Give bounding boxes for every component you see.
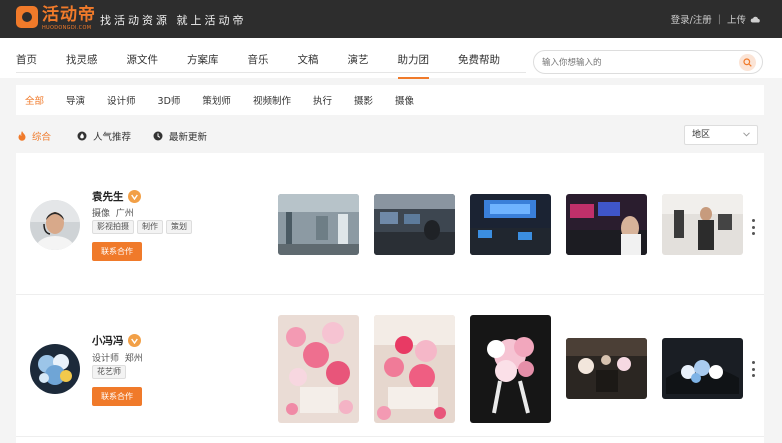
- category-video-production[interactable]: 视频制作: [253, 93, 291, 107]
- category-designer[interactable]: 设计师: [107, 93, 136, 107]
- creator-role: 设计师: [92, 354, 120, 364]
- portfolio-image[interactable]: [278, 194, 359, 255]
- nav-item-performance[interactable]: 演艺: [348, 38, 369, 76]
- tag: 策划: [166, 220, 192, 234]
- category-3d-artist[interactable]: 3D师: [158, 93, 181, 107]
- nav-item-free-help[interactable]: 免费帮助: [458, 38, 500, 76]
- search-button[interactable]: [739, 54, 756, 71]
- nav-item-home[interactable]: 首页: [16, 38, 37, 76]
- creator-tags: 影视拍摄 制作 策划: [92, 220, 195, 234]
- category-all[interactable]: 全部: [25, 93, 44, 107]
- creator-city: 广州: [115, 209, 134, 219]
- category-planner[interactable]: 策划师: [202, 93, 231, 107]
- creator-tags: 花艺师: [92, 365, 129, 379]
- creator-name[interactable]: 小冯冯: [92, 333, 124, 348]
- verified-badge-icon: [127, 334, 141, 347]
- creator-list: 袁先生 摄像 广州 影视拍摄 制作 策划 联系合作 小冯冯 设计师 郑州 花艺师…: [16, 153, 764, 443]
- nav-item-music[interactable]: 音乐: [248, 38, 269, 76]
- creator-name[interactable]: 袁先生: [92, 189, 124, 204]
- portfolio-image[interactable]: [470, 194, 551, 255]
- creator-name-row: 袁先生: [92, 189, 141, 204]
- site-slogan: 找活动资源 就上活动帝: [100, 14, 247, 27]
- logo-mark-icon: [16, 6, 38, 28]
- sort-bar: 综合 人气推荐 最新更新 地区: [16, 124, 764, 146]
- divider: |: [717, 13, 721, 25]
- avatar[interactable]: [30, 344, 80, 394]
- main-nav: 首页 找灵感 源文件 方案库 音乐 文稿 演艺 助力团 免费帮助: [16, 38, 529, 79]
- nav-item-proposals[interactable]: 方案库: [187, 38, 219, 76]
- portfolio-image[interactable]: [662, 338, 743, 399]
- category-execution[interactable]: 执行: [313, 93, 332, 107]
- creator-role: 摄像: [92, 209, 111, 219]
- logo-title: 活动帝: [42, 5, 96, 25]
- portfolio-image[interactable]: [374, 194, 455, 255]
- portfolio-image[interactable]: [566, 338, 647, 399]
- main-nav-bar: 首页 找灵感 源文件 方案库 音乐 文稿 演艺 助力团 免费帮助: [0, 38, 782, 79]
- creator-meta: 摄像 广州: [92, 206, 134, 219]
- upload-link[interactable]: 上传: [727, 12, 746, 26]
- search-icon: [743, 58, 752, 67]
- clock-icon: [153, 131, 163, 141]
- search-box: [533, 50, 763, 74]
- portfolio-image[interactable]: [662, 194, 743, 255]
- cloud-upload-icon[interactable]: [750, 16, 760, 23]
- popular-icon: [77, 131, 87, 141]
- more-options-icon[interactable]: [750, 219, 756, 235]
- creator-card: 小冯冯 设计师 郑州 花艺师 联系合作: [16, 295, 764, 437]
- tag: 制作: [137, 220, 163, 234]
- login-register-link[interactable]: 登录/注册: [671, 12, 712, 26]
- top-bar: 活动帝 HUODONGDI.COM 找活动资源 就上活动帝 登录/注册 | 上传: [0, 0, 782, 38]
- sort-comprehensive[interactable]: 综合: [18, 129, 51, 143]
- creator-city: 郑州: [124, 354, 143, 364]
- verified-badge-icon: [127, 190, 141, 203]
- tag: 花艺师: [92, 365, 126, 379]
- nav-item-inspiration[interactable]: 找灵感: [66, 38, 98, 76]
- portfolio-image[interactable]: [470, 315, 551, 423]
- sort-popular[interactable]: 人气推荐: [77, 129, 131, 143]
- tag: 影视拍摄: [92, 220, 134, 234]
- contact-button[interactable]: 联系合作: [92, 387, 142, 406]
- sort-latest[interactable]: 最新更新: [153, 129, 207, 143]
- category-photography[interactable]: 摄影: [354, 93, 373, 107]
- search-input[interactable]: [542, 56, 732, 69]
- creator-meta: 设计师 郑州: [92, 351, 143, 364]
- nav-item-documents[interactable]: 文稿: [298, 38, 319, 76]
- region-select[interactable]: 地区: [684, 125, 758, 145]
- creator-card: 袁先生 摄像 广州 影视拍摄 制作 策划 联系合作: [16, 153, 764, 295]
- logo-subtitle: HUODONGDI.COM: [42, 25, 92, 31]
- category-director[interactable]: 导演: [66, 93, 85, 107]
- region-select-value: 地区: [692, 130, 711, 140]
- sort-latest-label: 最新更新: [169, 132, 208, 143]
- sort-comprehensive-label: 综合: [32, 132, 52, 143]
- nav-item-source-files[interactable]: 源文件: [127, 38, 159, 76]
- portfolio-image[interactable]: [374, 315, 455, 423]
- avatar[interactable]: [30, 200, 80, 250]
- category-videography[interactable]: 摄像: [395, 93, 414, 107]
- chevron-down-icon: [743, 132, 750, 137]
- more-options-icon[interactable]: [750, 361, 756, 377]
- contact-button[interactable]: 联系合作: [92, 242, 142, 261]
- portfolio-image[interactable]: [566, 194, 647, 255]
- portfolio-image[interactable]: [278, 315, 359, 423]
- creator-name-row: 小冯冯: [92, 333, 141, 348]
- sort-popular-label: 人气推荐: [93, 132, 132, 143]
- flame-icon: [18, 131, 26, 141]
- category-filter-bar: 全部 导演 设计师 3D师 策划师 视频制作 执行 摄影 摄像: [16, 85, 764, 115]
- site-logo[interactable]: 活动帝 HUODONGDI.COM: [16, 6, 96, 31]
- nav-item-helpers[interactable]: 助力团: [397, 38, 429, 79]
